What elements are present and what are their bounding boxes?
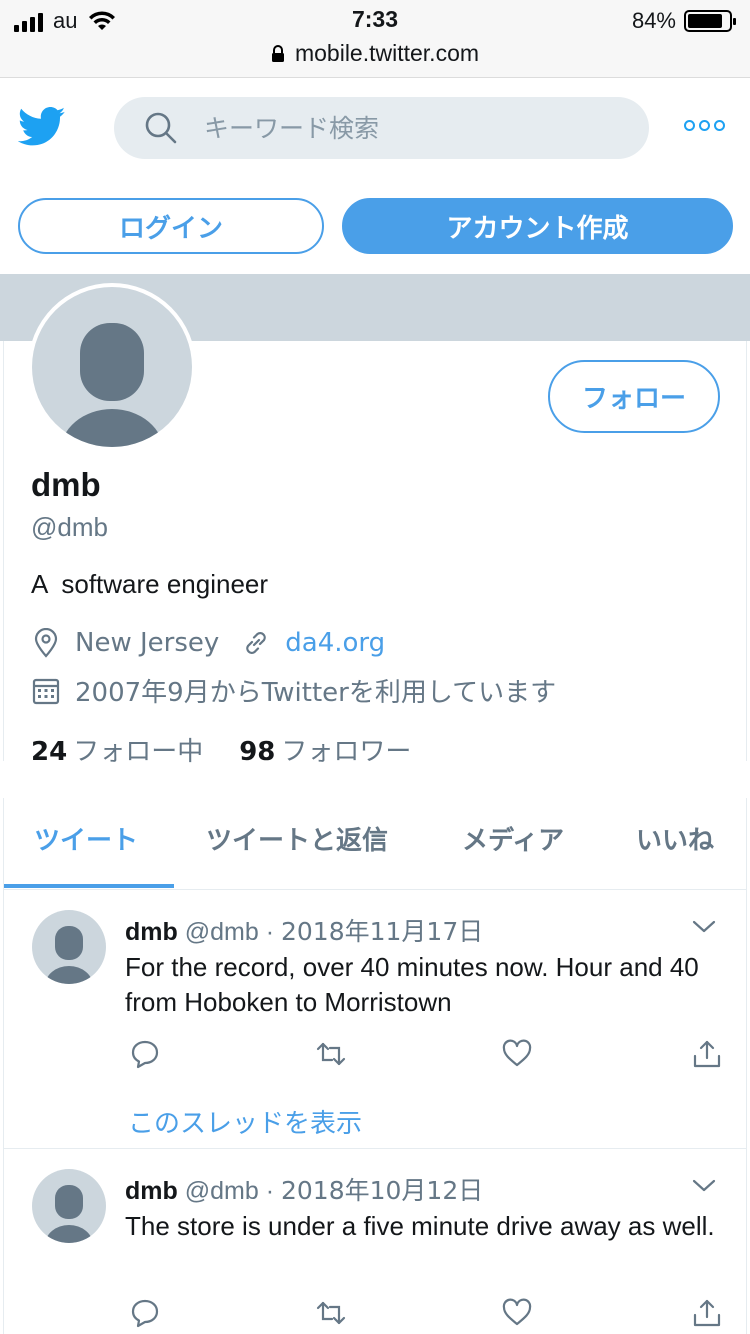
profile-bio: A software engineer bbox=[31, 569, 269, 599]
tab-tweets[interactable]: ツイート bbox=[34, 820, 138, 857]
follow-stats: 24 フォロー中 98 フォロワー bbox=[31, 731, 411, 768]
tweet-separator: · bbox=[265, 918, 275, 946]
tab-likes[interactable]: いいね bbox=[636, 820, 714, 857]
like-heart-icon[interactable] bbox=[501, 1038, 533, 1070]
address-bar[interactable]: mobile.twitter.com bbox=[0, 40, 750, 67]
tweet-author-name[interactable]: dmb bbox=[125, 918, 178, 946]
lock-icon bbox=[271, 44, 284, 62]
tweet-header: dmb @dmb · 2018年10月12日 bbox=[125, 1171, 483, 1207]
url-text: mobile.twitter.com bbox=[294, 40, 480, 66]
share-icon[interactable] bbox=[691, 1038, 723, 1070]
location-row: New Jersey da4.org bbox=[31, 628, 385, 658]
tweet-separator: · bbox=[265, 1177, 275, 1205]
following-stat[interactable]: 24 フォロー中 bbox=[31, 731, 203, 768]
like-heart-icon[interactable] bbox=[501, 1297, 533, 1329]
tweet-author-handle: @dmb bbox=[184, 918, 259, 946]
reply-icon[interactable] bbox=[129, 1297, 161, 1329]
battery-percent: 84% bbox=[631, 8, 676, 33]
tweet-date[interactable]: 2018年10月12日 bbox=[281, 1176, 483, 1205]
chevron-down-icon[interactable] bbox=[692, 1179, 716, 1193]
tweet-header: dmb @dmb · 2018年11月17日 bbox=[125, 912, 483, 948]
tweet-actions bbox=[125, 1297, 725, 1333]
profile-tabs: ツイート ツイートと返信 メディア いいね bbox=[3, 798, 747, 890]
tweet-avatar[interactable] bbox=[32, 1169, 106, 1243]
twitter-logo-icon[interactable] bbox=[18, 106, 66, 148]
retweet-icon[interactable] bbox=[315, 1038, 347, 1070]
tweet-item[interactable]: dmb @dmb · 2018年10月12日 The store is unde… bbox=[3, 1149, 747, 1334]
default-avatar-icon bbox=[45, 1185, 93, 1243]
profile-avatar[interactable] bbox=[28, 283, 196, 451]
tweet-text: The store is under a five minute drive a… bbox=[125, 1211, 715, 1241]
more-options-icon[interactable] bbox=[684, 120, 726, 134]
active-tab-indicator bbox=[4, 884, 174, 888]
status-right: 84% bbox=[631, 8, 736, 34]
location-pin-icon bbox=[34, 628, 58, 658]
tab-tweets-and-replies[interactable]: ツイートと返信 bbox=[206, 820, 388, 857]
website-link[interactable]: da4.org bbox=[285, 628, 385, 658]
tweet-avatar[interactable] bbox=[32, 910, 106, 984]
calendar-icon bbox=[32, 678, 60, 704]
tweet-date[interactable]: 2018年11月17日 bbox=[281, 917, 483, 946]
default-avatar-icon bbox=[60, 323, 164, 447]
followers-stat[interactable]: 98 フォロワー bbox=[239, 731, 411, 768]
chevron-down-icon[interactable] bbox=[692, 920, 716, 934]
tweet-actions bbox=[125, 1038, 725, 1074]
login-button[interactable]: ログイン bbox=[18, 198, 324, 254]
default-avatar-icon bbox=[45, 926, 93, 984]
search-input[interactable] bbox=[204, 113, 584, 143]
reply-icon[interactable] bbox=[129, 1038, 161, 1070]
tweet-item[interactable]: dmb @dmb · 2018年11月17日 For the record, o… bbox=[3, 890, 747, 1149]
tweet-text: For the record, over 40 minutes now. Hou… bbox=[125, 952, 699, 1017]
share-icon[interactable] bbox=[691, 1297, 723, 1329]
tweet-author-handle: @dmb bbox=[184, 1177, 259, 1205]
profile-name: dmb bbox=[31, 466, 101, 503]
search-bar[interactable] bbox=[114, 97, 649, 159]
tab-media[interactable]: メディア bbox=[462, 820, 564, 857]
signup-button[interactable]: アカウント作成 bbox=[342, 198, 733, 254]
show-thread-link[interactable]: このスレッドを表示 bbox=[128, 1103, 362, 1140]
join-date-row: 2007年9月からTwitterを利用しています bbox=[31, 672, 556, 709]
top-header: ログイン アカウント作成 bbox=[0, 78, 750, 274]
follow-button[interactable]: フォロー bbox=[548, 360, 720, 433]
tweet-author-name[interactable]: dmb bbox=[125, 1177, 178, 1205]
link-icon bbox=[246, 632, 267, 654]
retweet-icon[interactable] bbox=[315, 1297, 347, 1329]
search-icon bbox=[145, 112, 177, 144]
join-date-text: 2007年9月からTwitterを利用しています bbox=[75, 678, 557, 708]
profile-handle: @dmb bbox=[31, 512, 108, 542]
status-bar: au 7:33 84% mobile.twitter.com bbox=[0, 0, 750, 78]
location-text: New Jersey bbox=[75, 628, 220, 658]
battery-icon bbox=[684, 10, 736, 32]
